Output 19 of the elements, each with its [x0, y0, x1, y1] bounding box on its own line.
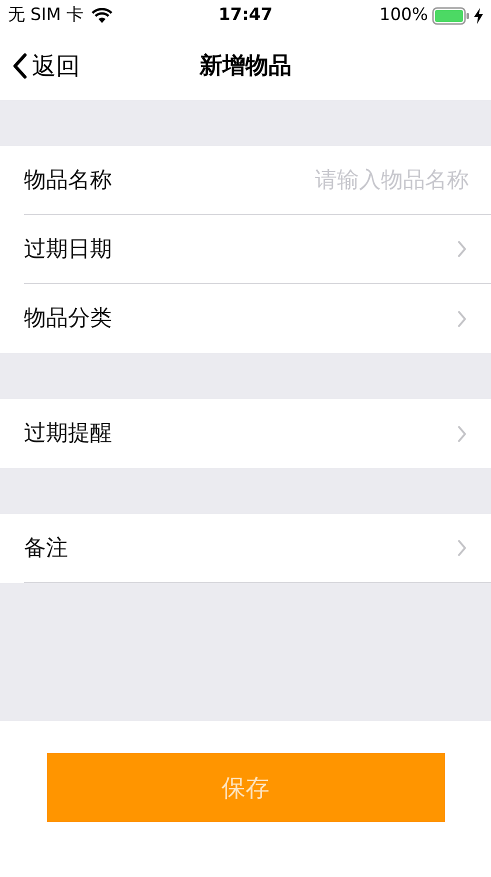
- row-label: 过期提醒: [24, 420, 112, 448]
- row-label: 备注: [24, 534, 68, 562]
- chevron-icon: [457, 240, 467, 258]
- back-button[interactable]: 返回: [0, 48, 80, 84]
- row-label: 过期日期: [24, 236, 112, 264]
- wifi-icon: [91, 8, 114, 24]
- row-label: 物品分类: [24, 305, 112, 333]
- name-input[interactable]: 请输入物品名称: [112, 164, 469, 196]
- carrier-text: 无 SIM 卡: [8, 4, 84, 28]
- chevron-icon: [457, 310, 467, 328]
- chevron-icon: [457, 539, 467, 557]
- battery-icon: [432, 7, 470, 25]
- page-title: 新增物品: [200, 52, 292, 81]
- clock-text: 17:47: [218, 4, 273, 28]
- row-label: 物品名称: [24, 166, 112, 194]
- bolt-icon: [474, 8, 483, 24]
- back-icon: [12, 52, 28, 80]
- battery-text: 100%: [379, 4, 428, 28]
- chevron-icon: [457, 424, 467, 442]
